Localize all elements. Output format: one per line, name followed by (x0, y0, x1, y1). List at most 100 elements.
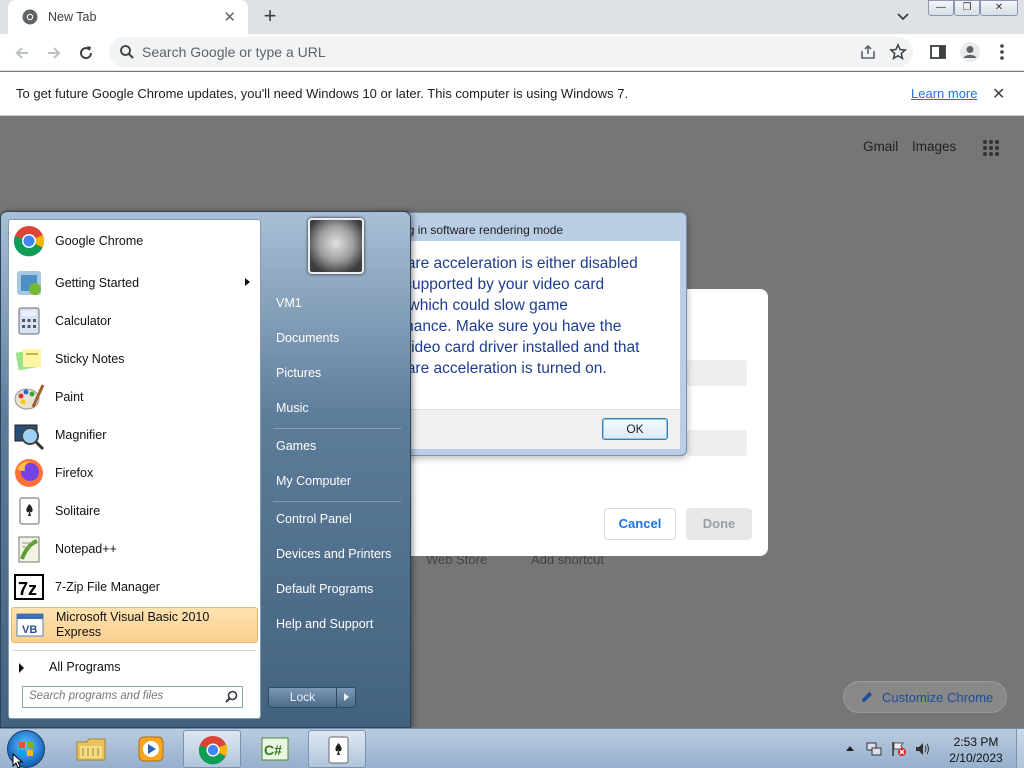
tab-strip: New Tab ✕ + — ❐ ✕ (0, 0, 1024, 34)
clock-time: 2:53 PM (953, 735, 999, 749)
program-label: Magnifier (55, 427, 107, 442)
all-programs-label: All Programs (49, 660, 121, 674)
forward-icon[interactable] (44, 43, 64, 63)
places-divider (273, 501, 401, 502)
tab-title: New Tab (48, 10, 97, 24)
omnibox-placeholder: Search Google or type a URL (142, 44, 326, 60)
solitaire-icon (13, 495, 45, 527)
shortcut-name-field[interactable] (687, 360, 747, 386)
chrome-favicon-icon (22, 9, 38, 25)
ok-button[interactable]: OK (602, 418, 668, 440)
program-getting-started[interactable]: Getting Started (11, 265, 258, 301)
program-label: Notepad++ (55, 541, 117, 556)
getting-started-icon (13, 267, 45, 299)
program-magnifier[interactable]: Magnifier (11, 417, 258, 453)
link-default-programs[interactable]: Default Programs (276, 582, 373, 596)
link-help-support[interactable]: Help and Support (276, 617, 373, 631)
firefox-icon (13, 457, 45, 489)
taskbar-solitaire[interactable] (308, 730, 366, 768)
infobar-message: To get future Google Chrome updates, you… (16, 86, 629, 101)
program-label: Calculator (55, 313, 112, 328)
taskbar-media-player[interactable] (122, 730, 180, 768)
learn-more-link[interactable]: Learn more (911, 86, 977, 101)
link-documents[interactable]: Documents (276, 331, 339, 345)
chrome-menu-icon[interactable] (994, 43, 1010, 61)
taskbar-csharp-express[interactable]: C# (246, 730, 304, 768)
system-clock[interactable]: 2:53 PM 2/10/2023 (938, 734, 1014, 766)
infobar-close-icon[interactable]: ✕ (992, 84, 1005, 104)
program-firefox[interactable]: Firefox (11, 455, 258, 491)
search-icon (119, 44, 135, 60)
all-programs-arrow-icon (19, 663, 24, 673)
taskbar-chrome[interactable] (183, 730, 241, 768)
dialog-body: dware acceleration is either disabled ot… (387, 241, 680, 409)
apps-grid-icon[interactable] (982, 139, 1000, 157)
start-programs-pane: Google Chrome Getting Started Calculator… (8, 219, 261, 719)
close-window-button[interactable]: ✕ (980, 0, 1018, 16)
link-games[interactable]: Games (276, 439, 316, 453)
images-link[interactable]: Images (912, 139, 956, 154)
svg-text:VB: VB (22, 624, 37, 636)
profile-avatar-icon[interactable] (959, 41, 981, 63)
link-pictures[interactable]: Pictures (276, 366, 321, 380)
program-google-chrome[interactable]: Google Chrome (11, 223, 258, 259)
browser-toolbar: Search Google or type a URL (0, 34, 1024, 71)
link-vm1[interactable]: VM1 (276, 296, 302, 310)
tab-close-icon[interactable]: ✕ (223, 8, 236, 26)
csharp-icon: C# (259, 734, 291, 764)
start-places-pane: VM1 Documents Pictures Music Games My Co… (263, 212, 410, 729)
share-icon[interactable] (860, 44, 876, 60)
places-divider (273, 428, 401, 429)
minimize-button[interactable]: — (928, 0, 954, 16)
cancel-button[interactable]: Cancel (604, 508, 676, 540)
tab-search-icon[interactable] (895, 8, 911, 24)
program-paint[interactable]: Paint (11, 379, 258, 415)
link-devices-printers[interactable]: Devices and Printers (276, 547, 391, 561)
network-icon[interactable] (866, 741, 882, 757)
user-avatar (308, 218, 364, 274)
solitaire-icon (322, 735, 354, 765)
show-desktop-button[interactable] (1016, 729, 1024, 768)
program-7zip[interactable]: 7z 7-Zip File Manager (11, 569, 258, 605)
start-search-input[interactable]: Search programs and files (22, 686, 243, 708)
restore-button[interactable]: ❐ (954, 0, 980, 16)
link-music[interactable]: Music (276, 401, 309, 415)
svg-text:7z: 7z (18, 579, 37, 599)
dialog-footer: OK (387, 409, 680, 449)
bookmark-star-icon[interactable] (889, 43, 907, 61)
program-label: Getting Started (55, 275, 140, 290)
show-hidden-icons-icon[interactable] (845, 744, 855, 752)
reload-icon[interactable] (76, 43, 96, 63)
customize-chrome-button[interactable]: Customize Chrome (843, 681, 1007, 713)
side-panel-icon[interactable] (929, 43, 947, 61)
lock-button[interactable]: Lock (268, 687, 356, 708)
back-icon[interactable] (12, 43, 32, 63)
tab-new-tab[interactable]: New Tab ✕ (8, 0, 248, 34)
program-calculator[interactable]: Calculator (11, 303, 258, 339)
volume-icon[interactable] (914, 741, 932, 757)
taskbar-explorer[interactable] (62, 730, 120, 768)
program-label: 7-Zip File Manager (55, 579, 160, 594)
chrome-icon (197, 735, 229, 765)
media-player-icon (135, 734, 167, 764)
shortcut-url-field[interactable] (687, 430, 747, 456)
program-visual-basic-2010[interactable]: VB Microsoft Visual Basic 2010 Express (11, 607, 258, 643)
gmail-link[interactable]: Gmail (863, 139, 898, 154)
all-programs-button[interactable]: All Programs (19, 660, 121, 674)
done-button[interactable]: Done (686, 508, 752, 540)
paint-icon (13, 381, 45, 413)
program-label: Microsoft Visual Basic 2010 Express (56, 610, 210, 639)
chrome-icon (13, 225, 45, 257)
new-tab-button[interactable]: + (258, 5, 282, 29)
action-center-flag-icon[interactable] (891, 741, 907, 757)
program-sticky-notes[interactable]: Sticky Notes (11, 341, 258, 377)
omnibox[interactable]: Search Google or type a URL (109, 37, 913, 67)
program-solitaire[interactable]: Solitaire (11, 493, 258, 529)
program-notepadpp[interactable]: Notepad++ (11, 531, 258, 567)
link-my-computer[interactable]: My Computer (276, 474, 351, 488)
shutdown-options-arrow-icon[interactable] (337, 688, 355, 707)
program-label: Google Chrome (55, 233, 144, 248)
link-control-panel[interactable]: Control Panel (276, 512, 352, 526)
dialog-message: dware acceleration is either disabled ot… (387, 255, 640, 377)
svg-text:C#: C# (264, 742, 282, 758)
